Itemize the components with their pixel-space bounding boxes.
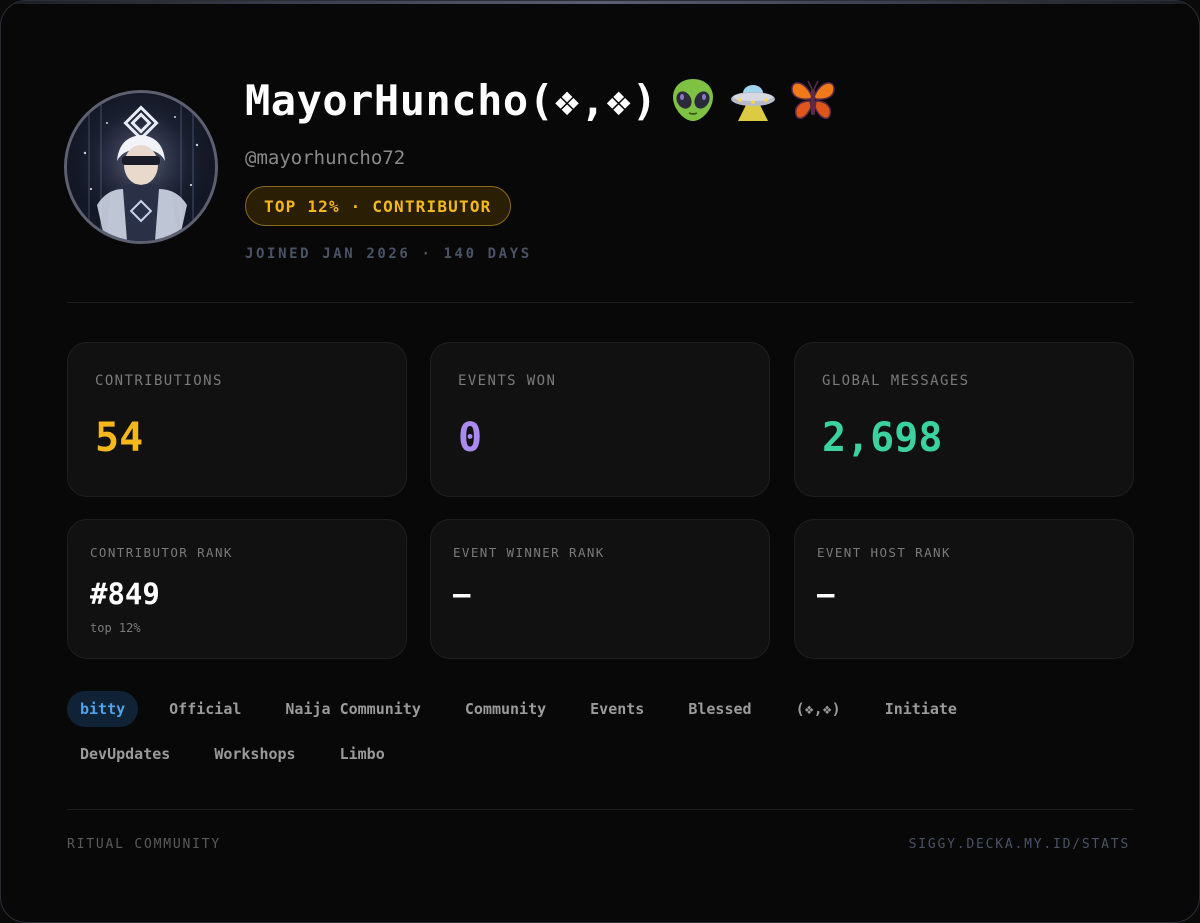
user-handle: @mayorhuncho72 <box>245 147 406 169</box>
stat-card-events-won: EVENTS WON 0 <box>430 342 770 497</box>
butterfly-icon <box>788 75 838 125</box>
alien-icon <box>668 75 718 125</box>
tag-community[interactable]: Community <box>452 691 559 727</box>
stat-label: CONTRIBUTIONS <box>95 373 223 389</box>
header-divider <box>67 302 1134 303</box>
rank-label: EVENT WINNER RANK <box>453 545 605 560</box>
stat-value: 54 <box>95 415 144 461</box>
role-tags: bitty Official Naija Community Community… <box>67 691 1067 772</box>
contributor-badge: TOP 12% · CONTRIBUTOR <box>245 186 511 226</box>
stat-value: 2,698 <box>822 415 943 461</box>
tag-official[interactable]: Official <box>156 691 254 727</box>
tag-events[interactable]: Events <box>577 691 657 727</box>
footer-stats-url[interactable]: SIGGY.DECKA.MY.ID/STATS <box>909 837 1130 852</box>
rank-subtext: top 12% <box>90 621 141 635</box>
rank-card-contributor: CONTRIBUTOR RANK #849 top 12% <box>67 519 407 659</box>
footer-divider <box>67 809 1134 810</box>
tag-initiate[interactable]: Initiate <box>872 691 970 727</box>
profile-stats-card: MayorHuncho(❖,❖) @mayorhuncho72 TOP 12% … <box>0 0 1200 923</box>
stat-value: 0 <box>458 415 483 461</box>
display-name: MayorHuncho(❖,❖) <box>245 75 658 125</box>
tag-limbo[interactable]: Limbo <box>327 736 398 772</box>
rank-card-event-winner: EVENT WINNER RANK — <box>430 519 770 659</box>
rank-label: CONTRIBUTOR RANK <box>90 545 233 560</box>
rank-value: #849 <box>90 577 160 611</box>
name-row: MayorHuncho(❖,❖) <box>245 75 838 125</box>
tag-bitty[interactable]: bitty <box>67 691 139 727</box>
stat-label: EVENTS WON <box>458 373 557 389</box>
avatar-image <box>67 93 215 241</box>
stat-label: GLOBAL MESSAGES <box>822 373 970 389</box>
rank-card-event-host: EVENT HOST RANK — <box>794 519 1134 659</box>
ufo-icon <box>728 75 778 125</box>
rank-value: — <box>817 577 835 611</box>
tag-blessed[interactable]: Blessed <box>675 691 764 727</box>
tag-naija-community[interactable]: Naija Community <box>272 691 433 727</box>
avatar <box>64 90 218 244</box>
tag-diamond[interactable]: (❖,❖) <box>783 691 854 727</box>
footer-community-name: RITUAL COMMUNITY <box>67 837 222 852</box>
rank-value: — <box>453 577 471 611</box>
card-top-accent <box>1 1 1199 4</box>
tag-workshops[interactable]: Workshops <box>201 736 308 772</box>
joined-date: JOINED JAN 2026 · 140 DAYS <box>245 246 532 262</box>
stat-card-global-messages: GLOBAL MESSAGES 2,698 <box>794 342 1134 497</box>
rank-label: EVENT HOST RANK <box>817 545 951 560</box>
stat-card-contributions: CONTRIBUTIONS 54 <box>67 342 407 497</box>
tag-devupdates[interactable]: DevUpdates <box>67 736 183 772</box>
